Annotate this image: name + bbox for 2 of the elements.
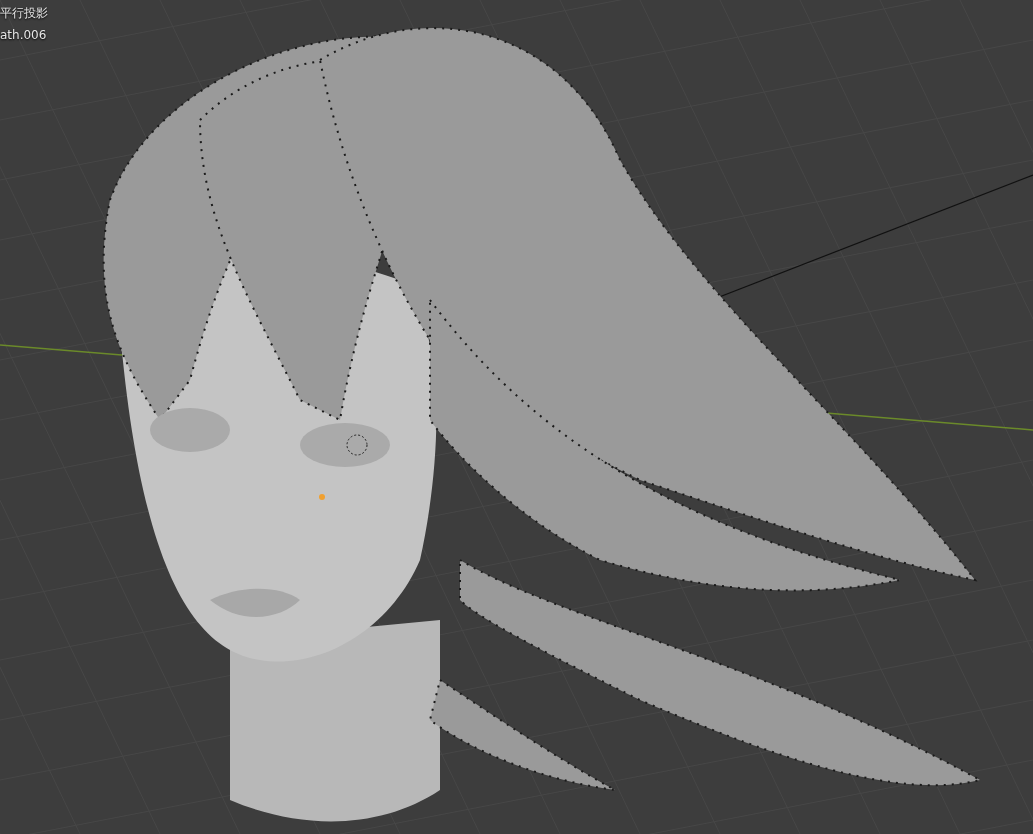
object-name: ath.006	[0, 28, 48, 42]
projection-label: 平行投影	[0, 6, 48, 20]
